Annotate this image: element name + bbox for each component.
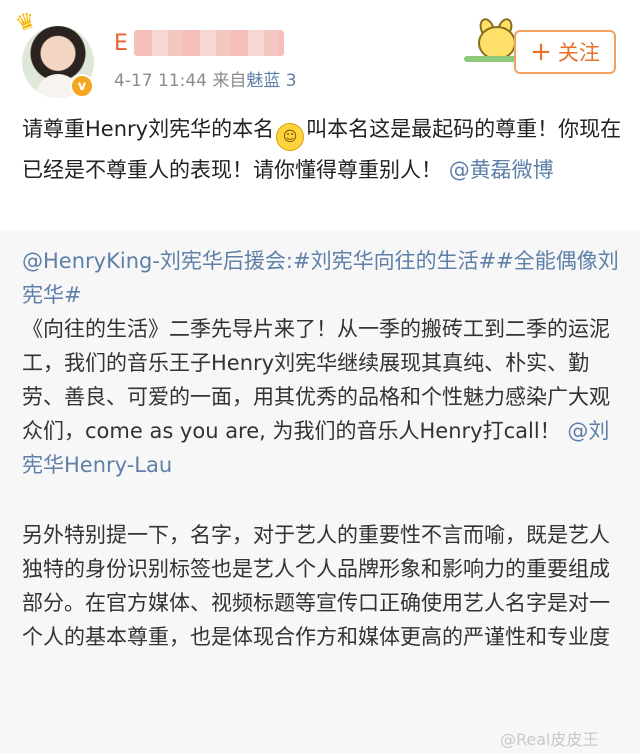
repost-content: @HenryKing-刘宪华后援会:#刘宪华向往的生活##全能偶像刘宪华# 《向…: [22, 244, 622, 654]
mention-link[interactable]: @黄磊微博: [449, 158, 554, 182]
verified-icon: v: [70, 74, 94, 98]
mascot-icon: [464, 16, 524, 62]
timestamp: 4-17 11:44: [114, 71, 207, 91]
post-meta: 4-17 11:44 来自魅蓝 3: [114, 66, 297, 91]
repost-text-1: 《向往的生活》二季先导片来了！从一季的搬砖工到二季的运泥工，我们的音乐王子Hen…: [22, 317, 610, 443]
post-body: 请尊重Henry刘宪华的本名 ☺ 叫本名这是最起码的尊重！你现在已经是不尊重人的表现…: [22, 110, 622, 189]
post-header: ♛ v E 4-17 11:44 来自魅蓝 3 + 关注: [0, 0, 640, 104]
username-text[interactable]: E: [114, 31, 128, 56]
repost-paragraph-2: 另外特别提一下，名字，对于艺人的重要性不言而喻，既是艺人独特的身份识别标签也是艺…: [22, 523, 610, 649]
post-text: 请尊重Henry刘宪华的本名: [22, 117, 275, 141]
follow-label: 关注: [557, 41, 600, 65]
repost-source-link[interactable]: @HenryKing-刘宪华后援会:#刘宪华向往的生活##全能偶像刘宪华#: [22, 244, 622, 312]
watermark: @Real皮皮王: [500, 730, 599, 749]
follow-button[interactable]: + 关注: [514, 30, 616, 74]
source-device[interactable]: 魅蓝 3: [246, 71, 296, 91]
redacted-name-blur: [133, 30, 284, 56]
repost-card[interactable]: @HenryKing-刘宪华后援会:#刘宪华向往的生活##全能偶像刘宪华# 《向…: [0, 230, 640, 753]
source-prefix: 来自: [212, 71, 247, 91]
smiley-emoji-icon: ☺: [276, 123, 305, 151]
plus-icon: +: [530, 37, 552, 67]
username[interactable]: E: [114, 30, 284, 56]
repost-paragraph-1: 《向往的生活》二季先导片来了！从一季的搬砖工到二季的运泥工，我们的音乐王子Hen…: [22, 312, 622, 482]
